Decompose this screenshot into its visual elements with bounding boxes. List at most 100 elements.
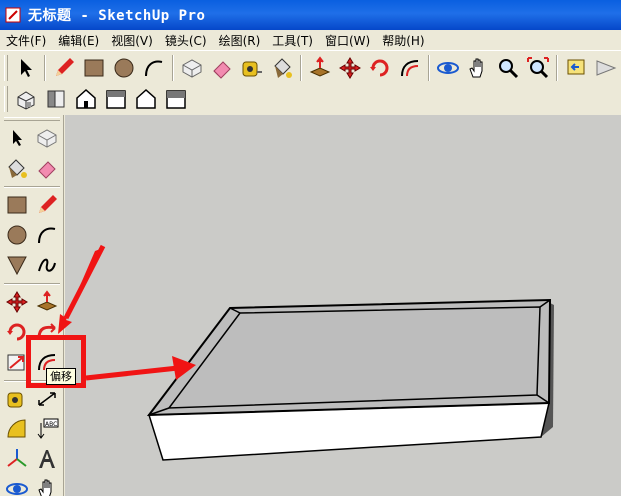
zoom-tool-button[interactable]	[493, 53, 523, 83]
polygon-tool-button[interactable]	[2, 250, 32, 280]
pencil-icon	[56, 57, 74, 76]
main-toolbar	[0, 50, 621, 84]
previous-view-icon	[567, 59, 585, 74]
arc-tool-button[interactable]	[139, 53, 169, 83]
make-component-icon	[182, 58, 202, 78]
3d-text-icon	[39, 450, 55, 468]
previous-view-button[interactable]	[561, 53, 591, 83]
rotate-icon	[370, 59, 389, 76]
make-component-button[interactable]	[177, 53, 207, 83]
text-icon: ABC	[37, 418, 59, 439]
text-tool-button[interactable]: ABC	[32, 414, 62, 444]
pan-tool-button[interactable]	[463, 53, 493, 83]
offset-icon	[401, 59, 419, 76]
move-tool-button[interactable]	[335, 53, 365, 83]
offset-tool-button[interactable]	[395, 53, 425, 83]
freehand-tool-button[interactable]	[32, 250, 62, 280]
select-tool-button[interactable]	[11, 53, 41, 83]
tape-measure-icon	[242, 61, 262, 76]
circle-tool-button[interactable]	[109, 53, 139, 83]
dimension-tool-button[interactable]	[32, 384, 62, 414]
axes-icon	[7, 449, 27, 467]
toolbar-separator	[428, 54, 430, 81]
orbit-icon	[437, 61, 459, 74]
move-tool-button[interactable]	[2, 287, 32, 317]
toolbar-grip[interactable]	[4, 54, 8, 81]
sketchup-app-icon[interactable]	[4, 6, 22, 24]
back-view-button[interactable]	[131, 84, 161, 114]
model-top-face[interactable]	[146, 298, 552, 417]
eraser-icon	[38, 161, 56, 179]
pencil-tool-button[interactable]	[49, 53, 79, 83]
offset-tooltip: 偏移	[46, 368, 76, 385]
toolbar-separator	[556, 54, 558, 81]
menu-edit[interactable]: 编辑(E)	[52, 32, 105, 49]
select-tool-button[interactable]	[2, 123, 32, 153]
pan-tool-button[interactable]	[32, 474, 62, 496]
pencil-icon	[39, 195, 57, 213]
circle-tool-button[interactable]	[2, 220, 32, 250]
paint-bucket-button[interactable]	[267, 53, 297, 83]
tape-measure-icon	[7, 392, 23, 408]
circle-icon	[7, 225, 27, 245]
left-view-button[interactable]	[161, 84, 191, 114]
menu-camera[interactable]: 镜头(C)	[159, 32, 213, 49]
pan-icon	[469, 58, 483, 77]
top-view-icon	[47, 90, 65, 108]
title-bar: 无标题 - SketchUp Pro	[0, 0, 621, 30]
tape-measure-button[interactable]	[237, 53, 267, 83]
orbit-icon	[6, 483, 28, 495]
rectangle-tool-button[interactable]	[79, 53, 109, 83]
eraser-tool-button[interactable]	[32, 153, 62, 183]
freehand-icon	[38, 258, 56, 272]
make-component-button[interactable]	[32, 123, 62, 153]
iso-view-button[interactable]	[11, 84, 41, 114]
make-component-icon	[37, 129, 57, 148]
tape-measure-button[interactable]	[2, 384, 32, 414]
menu-draw[interactable]: 绘图(R)	[213, 32, 267, 49]
drawing-viewport[interactable]	[65, 115, 621, 496]
rectangle-icon	[84, 59, 104, 76]
rectangle-tool-button[interactable]	[2, 190, 32, 220]
right-view-button[interactable]	[101, 84, 131, 114]
eraser-tool-button[interactable]	[207, 53, 237, 83]
pencil-tool-button[interactable]	[32, 190, 62, 220]
back-view-icon	[136, 88, 156, 109]
orbit-tool-button[interactable]	[2, 474, 32, 496]
paint-bucket-button[interactable]	[2, 153, 32, 183]
left-view-icon	[166, 90, 186, 109]
zoom-icon	[499, 58, 519, 78]
box-model[interactable]	[65, 115, 621, 496]
menu-help[interactable]: 帮助(H)	[376, 32, 430, 49]
dimension-icon	[38, 392, 56, 406]
menu-file[interactable]: 文件(F)	[0, 32, 52, 49]
window-title: 无标题 - SketchUp Pro	[28, 8, 206, 24]
push-pull-button[interactable]	[305, 53, 335, 83]
select-icon	[21, 58, 32, 77]
zoom-extents-button[interactable]	[523, 53, 553, 83]
menu-window[interactable]: 窗口(W)	[319, 32, 376, 49]
polygon-icon	[7, 256, 27, 276]
arc-tool-button[interactable]	[32, 220, 62, 250]
right-view-icon	[106, 90, 126, 109]
toolbar-grip[interactable]	[4, 86, 8, 112]
3d-text-tool-button[interactable]	[32, 444, 62, 474]
paint-bucket-icon	[274, 57, 292, 78]
eraser-icon	[213, 60, 231, 79]
push-pull-icon	[36, 290, 58, 311]
paint-bucket-icon	[8, 159, 27, 178]
toolbar-grip[interactable]	[4, 117, 60, 121]
top-view-button[interactable]	[41, 84, 71, 114]
orbit-tool-button[interactable]	[433, 53, 463, 83]
protractor-tool-button[interactable]	[2, 414, 32, 444]
front-view-icon	[76, 88, 96, 109]
front-view-button[interactable]	[71, 84, 101, 114]
axes-tool-button[interactable]	[2, 444, 32, 474]
menu-tools[interactable]: 工具(T)	[266, 32, 319, 49]
push-pull-button[interactable]	[32, 287, 62, 317]
move-icon	[6, 291, 28, 313]
rotate-tool-button[interactable]	[365, 53, 395, 83]
next-view-button[interactable]	[591, 53, 621, 83]
menu-view[interactable]: 视图(V)	[105, 32, 159, 49]
menu-bar: 文件(F) 编辑(E) 视图(V) 镜头(C) 绘图(R) 工具(T) 窗口(W…	[0, 30, 621, 50]
